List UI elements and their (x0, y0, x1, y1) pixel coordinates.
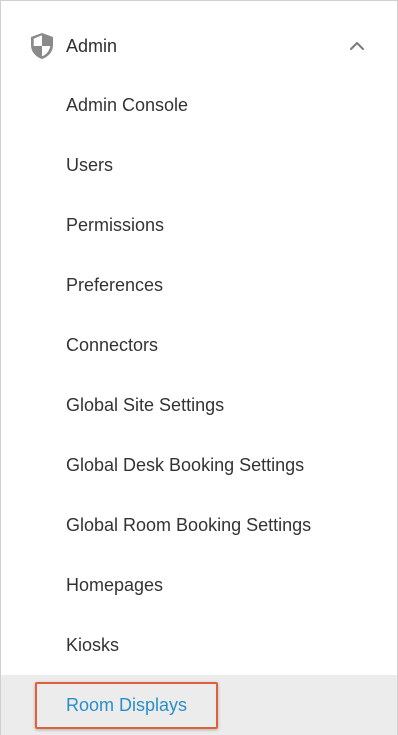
nav-item-users[interactable]: Users (1, 135, 397, 195)
nav-item-label: Global Room Booking Settings (66, 515, 312, 535)
nav-item-label: Global Desk Booking Settings (66, 455, 305, 475)
nav-item-label: Permissions (66, 215, 165, 235)
shield-icon (29, 32, 55, 60)
nav-item-label: Users (66, 155, 114, 175)
nav-item-label: Kiosks (66, 635, 120, 655)
nav-item-permissions[interactable]: Permissions (1, 195, 397, 255)
nav-item-label: Preferences (66, 275, 164, 295)
nav-item-label: Connectors (66, 335, 159, 355)
nav-item-global-site-settings[interactable]: Global Site Settings (1, 375, 397, 435)
nav-item-homepages[interactable]: Homepages (1, 555, 397, 615)
admin-section-header[interactable]: Admin (1, 15, 397, 75)
nav-item-global-desk-booking-settings[interactable]: Global Desk Booking Settings (1, 435, 397, 495)
admin-section-title: Admin (66, 36, 118, 56)
nav-item-kiosks[interactable]: Kiosks (1, 615, 397, 675)
nav-item-connectors[interactable]: Connectors (1, 315, 397, 375)
nav-item-global-room-booking-settings[interactable]: Global Room Booking Settings (1, 495, 397, 555)
nav-item-label: Global Site Settings (66, 395, 225, 415)
nav-item-label: Homepages (66, 575, 164, 595)
nav-item-label: Room Displays (66, 695, 188, 715)
nav-item-label: Admin Console (66, 95, 189, 115)
nav-item-preferences[interactable]: Preferences (1, 255, 397, 315)
chevron-up-icon[interactable] (348, 39, 366, 53)
nav-item-room-displays[interactable]: Room Displays (1, 675, 397, 735)
admin-nav-panel: Admin Admin Console Users Permissions Pr… (0, 0, 398, 735)
nav-item-admin-console[interactable]: Admin Console (1, 75, 397, 135)
